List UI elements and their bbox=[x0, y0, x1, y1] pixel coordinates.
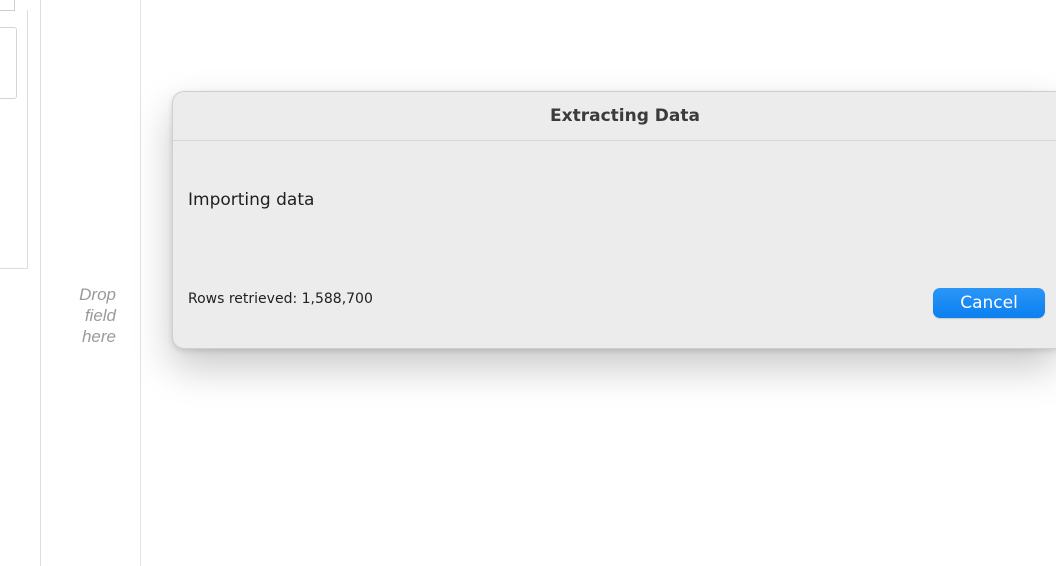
left-panel-fragment bbox=[0, 0, 41, 566]
drop-field-zone[interactable]: Drop field here bbox=[41, 0, 141, 566]
drop-field-placeholder: Drop field here bbox=[79, 285, 116, 346]
dialog-titlebar: Extracting Data bbox=[173, 92, 1056, 141]
rows-retrieved-status: Rows retrieved: 1,588,700 bbox=[188, 291, 373, 307]
panel-edge-fragment bbox=[0, 0, 15, 11]
cancel-button[interactable]: Cancel bbox=[933, 288, 1045, 318]
extracting-data-dialog: Extracting Data Importing data Rows retr… bbox=[172, 91, 1056, 349]
dialog-message: Importing data bbox=[188, 190, 315, 210]
panel-divider bbox=[27, 10, 28, 268]
panel-box-fragment bbox=[0, 27, 17, 99]
dialog-title: Extracting Data bbox=[550, 106, 700, 126]
application-window: Drop field here Extracting Data Importin… bbox=[0, 0, 1056, 566]
panel-divider-horizontal bbox=[0, 268, 28, 269]
